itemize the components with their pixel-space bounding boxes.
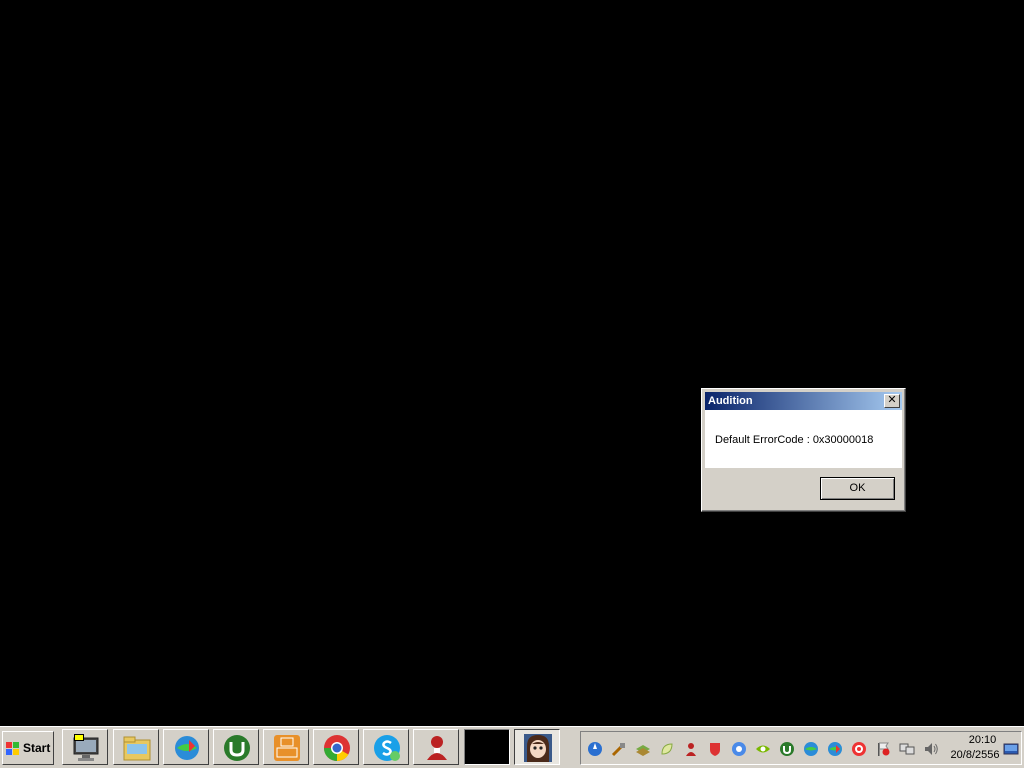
leaf-icon[interactable] (659, 741, 675, 757)
taskbar-button-chrome[interactable] (313, 729, 359, 765)
dialog-title: Audition (708, 395, 753, 407)
close-icon: ✕ (887, 394, 897, 406)
layers-icon[interactable] (635, 741, 651, 757)
dialog-close-button[interactable]: ✕ (884, 394, 900, 408)
clock-date[interactable]: 20/8/2556 (945, 749, 1005, 761)
flag-icon[interactable] (875, 741, 891, 757)
taskbar-button-audition[interactable] (514, 729, 560, 765)
show-desktop-icon[interactable] (1003, 741, 1019, 757)
clock-time[interactable]: 20:10 (960, 734, 1005, 746)
taskbar-button-pdf[interactable] (263, 729, 309, 765)
taskbar-button-skype[interactable] (363, 729, 409, 765)
desktop[interactable] (0, 0, 1024, 726)
network-icon[interactable] (731, 741, 747, 757)
windows-logo-icon (6, 742, 19, 755)
utorrent-tray-icon[interactable] (779, 741, 795, 757)
error-dialog: Audition ✕ Default ErrorCode : 0x3000001… (701, 388, 906, 512)
audition-avatar-icon (524, 734, 552, 762)
taskbar-button-black-window[interactable] (464, 729, 510, 765)
ok-button[interactable]: OK (820, 477, 895, 500)
dialog-titlebar[interactable]: Audition ✕ (705, 392, 902, 410)
dialog-message: Default ErrorCode : 0x30000018 (715, 434, 874, 446)
pdf-icon (274, 735, 300, 761)
taskbar-button-explorer[interactable] (113, 729, 159, 765)
download-manager-icon (175, 736, 199, 760)
speedfan-icon[interactable] (587, 741, 603, 757)
target-icon[interactable] (851, 741, 867, 757)
start-label: Start (23, 741, 51, 755)
taskbar-button-utorrent[interactable] (213, 729, 259, 765)
skype-icon (374, 735, 400, 761)
taskbar-button-download-manager[interactable] (163, 729, 209, 765)
network-connection-icon[interactable] (899, 741, 915, 757)
start-button[interactable]: Start (2, 731, 54, 765)
red-figure-icon[interactable] (683, 741, 699, 757)
taskbar-button-game[interactable] (413, 729, 459, 765)
utorrent-icon (224, 735, 250, 761)
system-tray: 20:10 20/8/2556 (580, 731, 1022, 765)
dialog-body: Default ErrorCode : 0x30000018 (705, 410, 902, 468)
volume-icon[interactable] (923, 741, 939, 757)
shield-icon[interactable] (707, 741, 723, 757)
tools-icon[interactable] (611, 741, 627, 757)
monitor-icon (73, 734, 99, 761)
globe-tray-icon[interactable] (803, 741, 819, 757)
taskbar: Start 20:10 20/8/2556 (0, 726, 1024, 768)
game-avatar-icon (427, 736, 447, 760)
nvidia-icon[interactable] (755, 741, 771, 757)
taskbar-button-monitor[interactable] (62, 729, 108, 765)
globe-tray2-icon[interactable] (827, 741, 843, 757)
folder-icon (123, 736, 151, 761)
chrome-icon (323, 735, 350, 762)
